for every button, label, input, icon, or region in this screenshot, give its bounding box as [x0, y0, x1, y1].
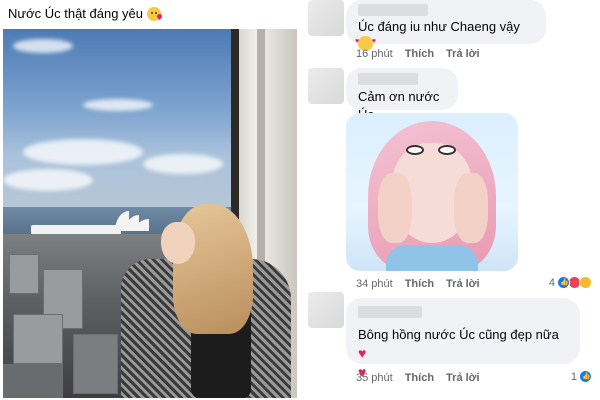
like-link[interactable]: Thích	[405, 278, 434, 290]
reply-link[interactable]: Trả lời	[446, 278, 480, 290]
reaction-summary[interactable]: 1	[571, 370, 592, 383]
reply-link[interactable]: Trả lời	[446, 372, 480, 384]
commenter-avatar[interactable]	[308, 292, 344, 328]
photo-person	[121, 204, 291, 398]
post-caption: Nước Úc thật đáng yêu	[8, 6, 164, 21]
commenter-avatar[interactable]	[308, 0, 344, 36]
comment-actions: 35 phút Thích Trả lời	[356, 372, 480, 384]
comment-actions: 34 phút Thích Trả lời	[356, 278, 480, 290]
commenter-name-redacted[interactable]	[358, 306, 422, 318]
comment-time[interactable]: 16 phút	[356, 48, 393, 60]
comment-bubble: Cảm ơn nước Úc	[346, 68, 458, 122]
comment-time[interactable]: 34 phút	[356, 278, 393, 290]
kissing-face-icon	[147, 6, 164, 21]
comment-bubble: Bông hồng nước Úc cũng đẹp nữa ♥ ♥	[346, 298, 580, 380]
reaction-summary[interactable]: 4	[549, 276, 592, 289]
reaction-count: 4	[548, 276, 555, 289]
comment-text: Bông hồng nước Úc cũng đẹp nữa	[358, 327, 559, 342]
haha-icon	[579, 276, 592, 289]
comment-gif[interactable]	[346, 113, 518, 271]
photo-sky	[3, 29, 243, 209]
comment-text: Úc đáng iu như Chaeng vậy	[358, 19, 520, 34]
post: Nước Úc thật đáng yêu	[0, 0, 300, 400]
comments-panel: Úc đáng iu như Chaeng vậy 16 phút Thích …	[300, 0, 600, 400]
post-photo[interactable]	[3, 29, 297, 398]
commenter-avatar[interactable]	[308, 68, 344, 104]
commenter-name-redacted[interactable]	[358, 4, 428, 16]
like-link[interactable]: Thích	[405, 48, 434, 60]
comment-bubble: Úc đáng iu như Chaeng vậy	[346, 0, 546, 51]
reply-link[interactable]: Trả lời	[446, 48, 480, 60]
post-caption-text: Nước Úc thật đáng yêu	[8, 6, 144, 21]
like-icon	[557, 276, 570, 289]
reaction-count: 1	[570, 370, 577, 383]
red-heart-icon: ♥	[358, 345, 367, 361]
commenter-name-redacted[interactable]	[358, 73, 418, 85]
comment-time[interactable]: 35 phút	[356, 372, 393, 384]
like-link[interactable]: Thích	[405, 372, 434, 384]
like-icon	[579, 370, 592, 383]
comment-actions: 16 phút Thích Trả lời	[356, 48, 480, 60]
